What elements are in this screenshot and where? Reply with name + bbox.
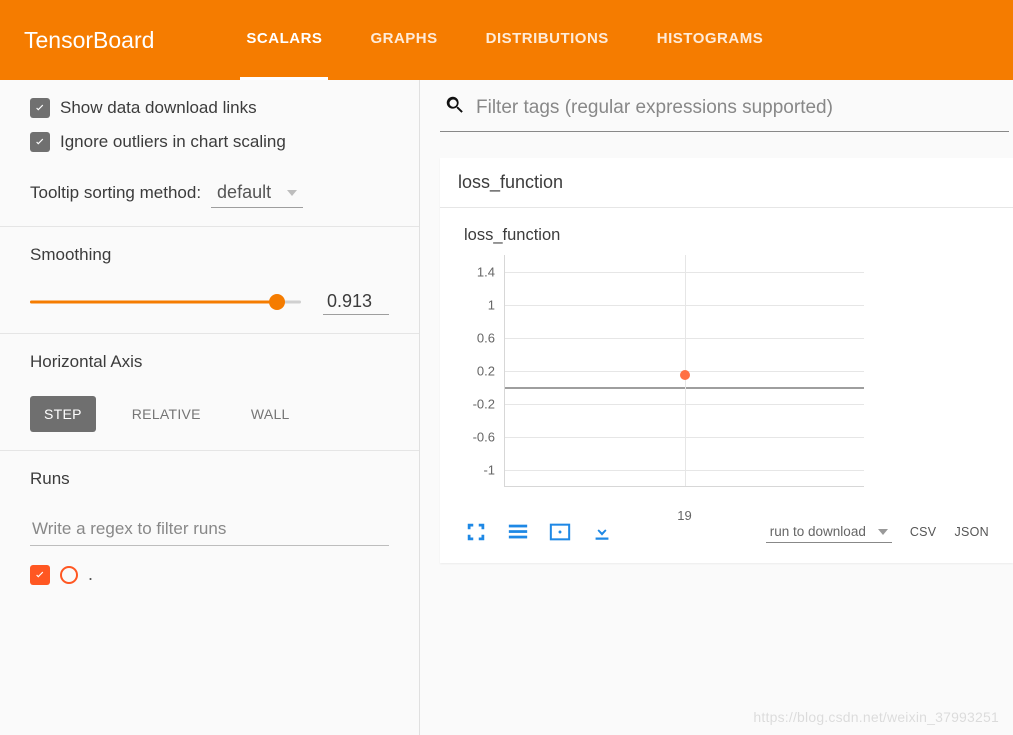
label-ignore-outliers: Ignore outliers in chart scaling [60,132,286,152]
axis-relative-button[interactable]: RELATIVE [118,396,215,432]
run-name-0: . [88,564,93,585]
content-area: loss_function loss_function 1.410.60.2-0… [420,80,1013,735]
chart-title: loss_function [464,226,989,245]
chart-toolbar: run to download CSV JSON [464,521,989,543]
select-tooltip-value: default [217,182,271,202]
download-csv-link[interactable]: CSV [910,525,937,539]
select-run-to-download[interactable]: run to download [766,521,892,543]
select-tooltip-sorting[interactable]: default [211,178,303,208]
x-tick-label: 19 [677,508,691,523]
axis-step-button[interactable]: STEP [30,396,96,432]
y-tick-label: -1 [483,462,495,477]
checkbox-run-all[interactable] [30,565,50,585]
scalar-card: loss_function loss_function 1.410.60.2-0… [440,158,1013,563]
slider-smoothing[interactable] [30,293,301,311]
chart-plot-area[interactable]: 1.410.60.2-0.2-0.6-1 19 [504,255,864,487]
checkbox-ignore-outliers[interactable] [30,132,50,152]
y-tick-label: -0.6 [473,429,495,444]
download-json-link[interactable]: JSON [954,525,989,539]
chevron-down-icon [287,190,297,196]
label-tooltip-sorting: Tooltip sorting method: [30,183,201,203]
data-point [680,370,690,380]
toggle-y-log-icon[interactable] [506,521,530,543]
checkbox-show-download-links[interactable] [30,98,50,118]
label-horizontal-axis: Horizontal Axis [30,352,389,372]
y-tick-label: 1.4 [477,264,495,279]
app-header: TensorBoard SCALARS GRAPHS DISTRIBUTIONS… [0,0,1013,80]
tab-histograms[interactable]: HISTOGRAMS [651,0,769,80]
y-tick-label: 0.6 [477,330,495,345]
download-icon[interactable] [590,521,614,543]
tab-graphs[interactable]: GRAPHS [364,0,443,80]
y-tick-label: 1 [488,297,495,312]
nav-tabs: SCALARS GRAPHS DISTRIBUTIONS HISTOGRAMS [240,0,769,80]
y-tick-label: 0.2 [477,363,495,378]
tab-scalars[interactable]: SCALARS [240,0,328,80]
radio-run-0[interactable] [60,566,78,584]
tab-distributions[interactable]: DISTRIBUTIONS [480,0,615,80]
search-icon [444,94,466,121]
label-show-download-links: Show data download links [60,98,257,118]
input-smoothing-value[interactable]: 0.913 [323,289,389,315]
brand-title: TensorBoard [24,27,154,54]
label-runs: Runs [30,469,389,489]
chevron-down-icon [878,529,888,535]
expand-icon[interactable] [464,521,488,543]
sidebar: Show data download links Ignore outliers… [0,80,420,735]
input-runs-filter[interactable] [30,513,389,546]
fit-domain-icon[interactable] [548,521,572,543]
select-run-value: run to download [770,524,866,539]
y-tick-label: -0.2 [473,396,495,411]
label-smoothing: Smoothing [30,245,389,265]
input-filter-tags[interactable] [476,97,1005,119]
card-group-title[interactable]: loss_function [440,158,1013,208]
axis-wall-button[interactable]: WALL [237,396,304,432]
